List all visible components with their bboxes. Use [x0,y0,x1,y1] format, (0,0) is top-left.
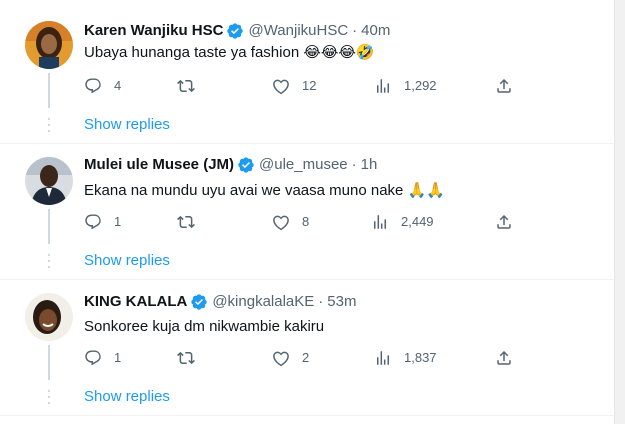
dot-separator: · [351,156,357,173]
author-name[interactable]: Karen Wanjiku HSC [84,21,223,41]
views-button[interactable]: 1,292 [374,77,437,95]
share-button[interactable] [495,349,513,367]
tweet-header: KING KALALA @kingkalalaKE · 53m [84,292,356,312]
author-handle[interactable]: @kingkalalaKE [212,292,314,312]
timestamp[interactable]: 1h [361,155,378,175]
show-replies-link[interactable]: Show replies [84,251,170,271]
share-icon [497,78,511,93]
verified-badge-icon [191,294,208,310]
thread-dots [47,390,51,408]
tweet-text: Sonkoree kuja dm nikwambie kakiru [84,318,325,335]
show-replies-link[interactable]: Show replies [84,387,170,407]
action-bar: 4 12 1,292 [84,77,514,97]
avatar-king-kalala[interactable] [25,293,73,341]
views-icon [377,351,389,365]
share-icon [497,350,511,365]
author-handle[interactable]: @ule_musee [259,155,348,175]
retweet-button[interactable] [177,77,195,95]
verified-badge-icon [227,23,244,39]
tweet-mulei[interactable]: Mulei ule Musee (JM) @ule_musee · 1h Eka… [0,144,614,279]
tweet-header: Karen Wanjiku HSC @WanjikuHSC · 40m [84,21,390,41]
retweet-button[interactable] [177,349,195,367]
like-count: 2 [302,350,310,365]
dot-separator: · [318,293,324,310]
views-button[interactable]: 2,449 [371,213,434,231]
replies-timeline: Karen Wanjiku HSC @WanjikuHSC · 40m Ubay… [0,0,614,424]
like-button[interactable]: 12 [272,77,316,95]
action-bar: 1 2 1,837 [84,349,514,369]
views-icon [374,215,386,229]
action-bar: 1 8 2,449 [84,213,514,233]
retweet-button[interactable] [177,213,195,231]
reply-button[interactable]: 1 [84,213,121,231]
retweet-icon [177,351,195,365]
views-count: 1,837 [404,350,437,365]
like-icon [273,351,289,367]
like-count: 12 [302,78,317,93]
share-button[interactable] [495,77,513,95]
like-button[interactable]: 8 [272,213,309,231]
timestamp[interactable]: 40m [361,21,390,41]
like-icon [273,79,289,95]
retweet-icon [177,215,195,229]
divider [0,415,614,416]
thread-line [48,345,50,380]
views-button[interactable]: 1,837 [374,349,437,367]
share-button[interactable] [495,213,513,231]
avatar-karen[interactable] [25,21,73,69]
tweet-king-kalala[interactable]: KING KALALA @kingkalalaKE · 53m Sonkoree… [0,280,614,415]
author-name[interactable]: Mulei ule Musee (JM) [84,155,234,175]
tweet-text: Ubaya hunanga taste ya fashion 😂😂😂🤣 [84,44,375,61]
author-handle[interactable]: @WanjikuHSC [248,21,348,41]
retweet-icon [177,79,195,93]
thread-dots [47,254,51,272]
timestamp[interactable]: 53m [327,292,356,312]
thread-line [48,209,50,244]
views-count: 2,449 [401,214,434,229]
like-button[interactable]: 2 [272,349,309,367]
dot-separator: · [352,22,358,39]
thread-dots [47,118,51,136]
tweet-header: Mulei ule Musee (JM) @ule_musee · 1h [84,155,377,175]
thread-line [48,73,50,108]
reply-icon [85,78,101,94]
tweet-karen[interactable]: Karen Wanjiku HSC @WanjikuHSC · 40m Ubay… [0,0,614,143]
show-replies-link[interactable]: Show replies [84,115,170,135]
scrollbar[interactable] [614,0,625,424]
views-icon [377,79,389,93]
views-count: 1,292 [404,78,437,93]
reply-icon [85,214,101,230]
reply-count: 4 [114,78,122,93]
tweet-text: Ekana na mundu uyu avai we vaasa muno na… [84,182,445,199]
reply-button[interactable]: 4 [84,77,121,95]
reply-icon [85,350,101,366]
verified-badge-icon [238,157,254,173]
reply-count: 1 [114,214,122,229]
like-count: 8 [302,214,310,229]
share-icon [497,214,511,229]
reply-button[interactable]: 1 [84,349,121,367]
like-icon [273,215,289,231]
reply-count: 1 [114,350,122,365]
avatar-mulei[interactable] [25,157,73,205]
author-name[interactable]: KING KALALA [84,292,187,312]
